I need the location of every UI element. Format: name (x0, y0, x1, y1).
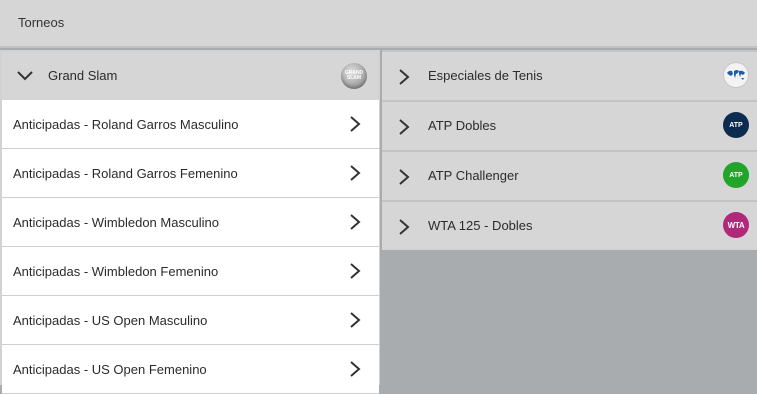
chevron-right-icon (350, 361, 361, 377)
chevron-right-icon (399, 219, 410, 235)
tournament-group-atp-dobles[interactable]: ATP Dobles ATP (382, 100, 757, 150)
list-item[interactable]: Anticipadas - Wimbledon Femenino (2, 247, 379, 296)
chevron-down-icon (17, 71, 33, 81)
grand-slam-logo-icon: GRAND SLAM (341, 63, 367, 89)
list-item-label: Anticipadas - Wimbledon Masculino (13, 215, 219, 230)
list-item[interactable]: Anticipadas - Roland Garros Masculino (2, 100, 379, 149)
grand-slam-group-header[interactable]: Grand Slam GRAND SLAM (2, 52, 378, 100)
page-title: Torneos (18, 15, 65, 30)
atp-logo-icon: ATP (723, 112, 749, 138)
group-title: Grand Slam (48, 68, 118, 83)
chevron-right-icon (350, 312, 361, 328)
world-map-icon (723, 62, 749, 88)
list-item-label: Anticipadas - Roland Garros Masculino (13, 117, 239, 132)
list-item[interactable]: Anticipadas - Roland Garros Femenino (2, 149, 379, 198)
page-header: Torneos (0, 0, 757, 48)
chevron-right-icon (399, 69, 410, 85)
list-item[interactable]: Anticipadas - US Open Masculino (2, 296, 379, 345)
list-item-label: Anticipadas - US Open Femenino (13, 362, 207, 377)
chevron-right-icon (350, 214, 361, 230)
tournament-group-wta-125-dobles[interactable]: WTA 125 - Dobles WTA (382, 200, 757, 250)
chevron-right-icon (399, 169, 410, 185)
chevron-right-icon (350, 165, 361, 181)
group-label: WTA 125 - Dobles (428, 218, 533, 233)
list-item-label: Anticipadas - US Open Masculino (13, 313, 208, 328)
group-label: ATP Challenger (428, 168, 519, 183)
group-label: ATP Dobles (428, 118, 497, 133)
chevron-right-icon (350, 263, 361, 279)
wta-logo-icon: WTA (723, 212, 749, 238)
list-item-label: Anticipadas - Wimbledon Femenino (13, 264, 219, 279)
list-item[interactable]: Anticipadas - Wimbledon Masculino (2, 198, 379, 247)
tournament-group-especiales[interactable]: Especiales de Tenis (382, 50, 757, 100)
group-label: Especiales de Tenis (428, 68, 543, 83)
list-item-label: Anticipadas - Roland Garros Femenino (13, 166, 238, 181)
tournament-group-atp-challenger[interactable]: ATP Challenger ATP (382, 150, 757, 200)
atp-challenger-logo-icon: ATP (723, 162, 749, 188)
tournament-list: Anticipadas - Roland Garros Masculino An… (2, 100, 379, 394)
chevron-right-icon (350, 116, 361, 132)
grand-slam-panel: Grand Slam GRAND SLAM Anticipadas - Rola… (0, 50, 380, 394)
list-item[interactable]: Anticipadas - US Open Femenino (2, 345, 379, 394)
other-tournaments-panel: Especiales de Tenis ATP Dobles ATP ATP C… (382, 50, 757, 250)
chevron-right-icon (399, 119, 410, 135)
